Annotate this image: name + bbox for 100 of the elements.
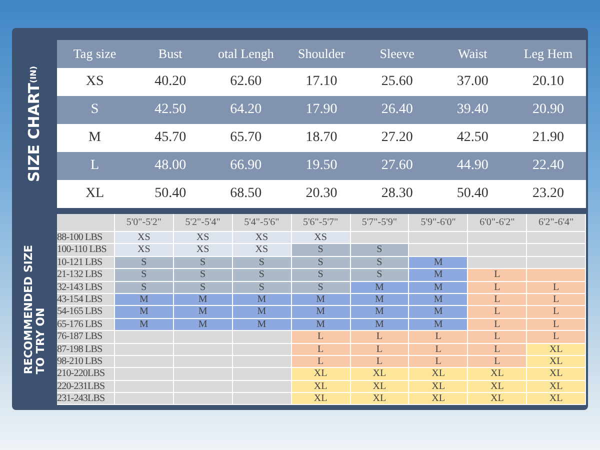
weight-cell: 43-154 LBS <box>57 294 115 306</box>
table-cell: 27.20 <box>359 124 435 152</box>
weight-cell: 231-243LBS <box>57 393 115 406</box>
size-cell: S <box>174 256 233 270</box>
size-cell: M <box>292 306 350 319</box>
size-cell: L <box>527 282 586 294</box>
weight-cell: 87-198 LBS <box>57 344 115 356</box>
size-cell: L <box>468 331 528 344</box>
size-cell: XL <box>350 393 410 406</box>
size-cell: XL <box>527 393 586 406</box>
size-cell: M <box>409 306 468 319</box>
size-cell: L <box>350 356 410 368</box>
size-cell: XL <box>468 368 528 381</box>
size-cell: XS <box>232 244 292 257</box>
table-cell: 28.30 <box>359 180 435 208</box>
size-cell: XL <box>527 368 586 381</box>
size-cell: L <box>468 344 528 356</box>
table-cell: 68.50 <box>208 180 284 208</box>
height-header: 6'2"-6'4" <box>527 214 586 232</box>
height-header: 5'9"-6'0" <box>409 214 468 232</box>
size-cell: L <box>292 344 350 356</box>
column-header: Bust <box>132 40 208 68</box>
weight-cell: 76-187 LBS <box>57 331 115 344</box>
size-cell: L <box>527 306 586 319</box>
table-cell: XS <box>57 68 133 96</box>
size-cell: S <box>174 282 233 294</box>
size-cell: M <box>174 318 233 332</box>
size-cell: S <box>115 282 174 294</box>
size-cell: M <box>232 318 292 332</box>
size-cell: L <box>468 294 528 306</box>
size-cell: M <box>350 318 410 332</box>
size-cell: S <box>115 256 174 270</box>
table-cell: 44.90 <box>434 152 510 180</box>
column-header: Waist <box>434 40 510 68</box>
weight-cell: 220-231LBS <box>57 380 115 394</box>
size-cell: XL <box>468 393 528 406</box>
size-cell: L <box>292 356 350 368</box>
size-cell: M <box>232 306 292 319</box>
size-cell: M <box>232 294 292 306</box>
table-cell: 45.70 <box>132 124 208 152</box>
height-header: 5'4"-5'6" <box>232 214 292 232</box>
size-cell: XL <box>292 393 350 406</box>
size-cell: L <box>350 331 410 344</box>
size-cell: L <box>468 282 528 294</box>
size-cell: XL <box>292 368 350 381</box>
size-cell: S <box>350 256 410 270</box>
size-chart-title: SIZE CHART(IN) <box>27 66 42 182</box>
size-cell: M <box>115 294 174 306</box>
size-cell: L <box>292 331 350 344</box>
size-cell: XL <box>409 393 468 406</box>
size-cell: XL <box>527 380 586 394</box>
size-cell: M <box>409 269 468 282</box>
table-cell: 66.90 <box>208 152 284 180</box>
size-cell: M <box>409 256 468 270</box>
weight-cell: 88-100 LBS <box>57 232 115 244</box>
size-cell: XL <box>350 368 410 381</box>
size-cell: XL <box>350 380 410 394</box>
weight-cell: 98-210 LBS <box>57 356 115 368</box>
size-cell: L <box>527 294 586 306</box>
column-header: Leg Hem <box>510 40 586 68</box>
size-cell: M <box>409 318 468 332</box>
table-cell: 62.60 <box>208 68 284 96</box>
table-cell: 37.00 <box>434 68 510 96</box>
size-cell: S <box>350 244 410 257</box>
size-cell: XS <box>115 232 174 244</box>
table-cell: M <box>57 124 133 152</box>
table-cell: L <box>57 152 133 180</box>
table-cell: 23.20 <box>510 180 586 208</box>
size-cell: XL <box>468 380 528 394</box>
size-cell: S <box>232 282 292 294</box>
header-corner-cell <box>57 214 115 232</box>
size-cell: S <box>350 269 410 282</box>
size-cell: M <box>174 294 233 306</box>
weight-cell: 100-110 LBS <box>57 244 115 257</box>
size-cell: M <box>174 306 233 319</box>
size-cell: XL <box>292 380 350 394</box>
column-header: otal Lengh <box>208 40 284 68</box>
size-cell: M <box>350 282 410 294</box>
table-cell: S <box>57 96 133 124</box>
size-cell: XS <box>174 232 233 244</box>
column-header: Sleeve <box>359 40 435 68</box>
size-cell: L <box>527 331 586 344</box>
height-header: 5'7"-5'9" <box>350 214 410 232</box>
size-cell: M <box>350 306 410 319</box>
size-cell: XS <box>232 232 292 244</box>
table-cell: 42.50 <box>434 124 510 152</box>
table-cell: 65.70 <box>208 124 284 152</box>
column-header: Tag size <box>57 40 133 68</box>
size-cell: L <box>409 344 468 356</box>
size-cell: XL <box>527 344 586 356</box>
table-cell: 19.50 <box>284 152 360 180</box>
size-cell: L <box>409 331 468 344</box>
size-cell: M <box>409 294 468 306</box>
size-cell: XL <box>409 380 468 394</box>
size-cell: M <box>115 318 174 332</box>
size-cell: S <box>292 282 350 294</box>
column-header: Shoulder <box>284 40 360 68</box>
weight-cell: 21-132 LBS <box>57 269 115 282</box>
size-cell: S <box>115 269 174 282</box>
table-cell: 17.90 <box>284 96 360 124</box>
